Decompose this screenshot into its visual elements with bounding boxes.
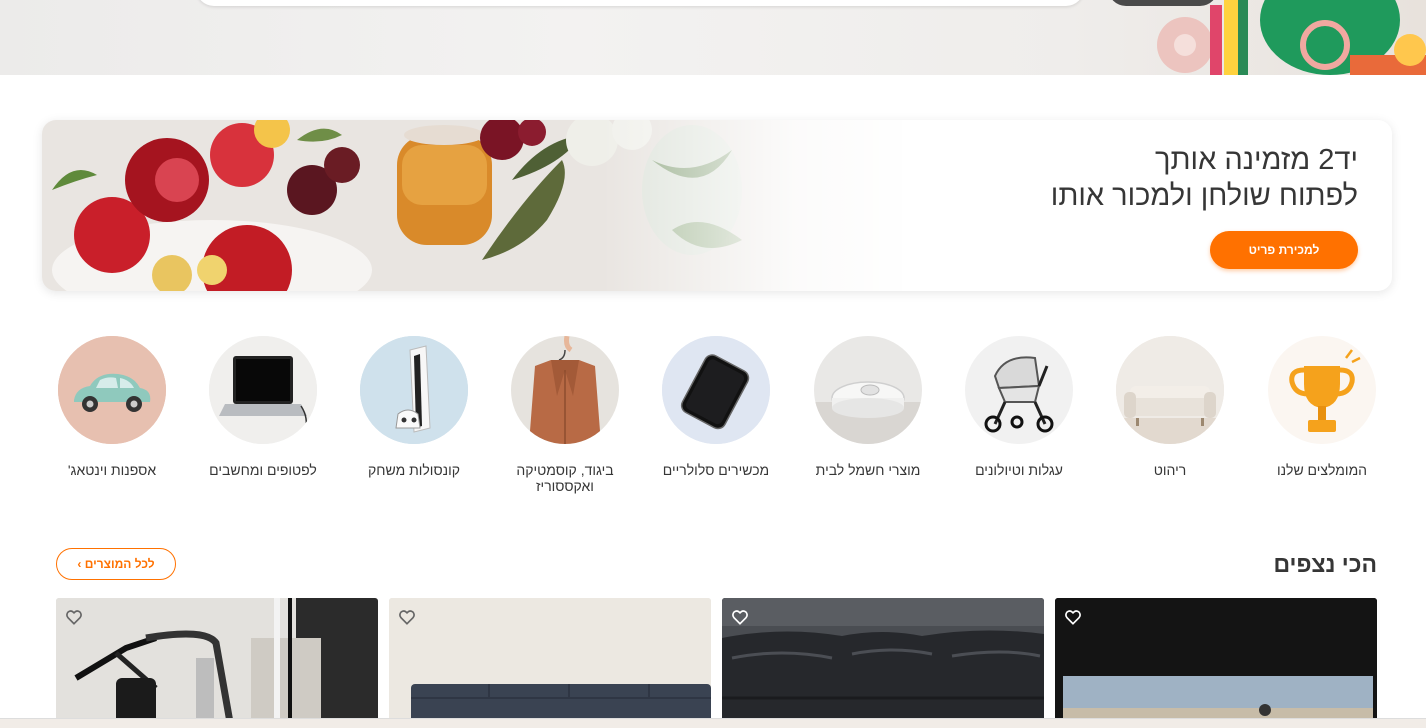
laptop-icon: [209, 336, 317, 444]
robot-vacuum-icon: [814, 336, 922, 444]
category-home-appliances[interactable]: מוצרי חשמל לבית: [793, 336, 943, 478]
product-card[interactable]: [722, 598, 1044, 728]
category-vintage[interactable]: אספנות וינטאג': [37, 336, 187, 478]
heart-icon[interactable]: [65, 608, 83, 626]
section-title: הכי נצפים: [1273, 551, 1377, 577]
category-furniture[interactable]: ריהוט: [1095, 336, 1245, 478]
product-card[interactable]: [389, 598, 711, 728]
trophy-icon: [1268, 336, 1376, 444]
category-cellphones[interactable]: מכשירים סלולריים: [641, 336, 791, 478]
product-image: [56, 598, 378, 728]
category-label: ביגוד, קוסמטיקה ואקססוריז: [516, 462, 614, 494]
category-laptops[interactable]: לפטופים ומחשבים: [188, 336, 338, 478]
product-card[interactable]: [1055, 598, 1377, 728]
product-image: [722, 598, 1044, 728]
stroller-icon: [965, 336, 1073, 444]
vintage-car-icon: [58, 336, 166, 444]
heart-icon[interactable]: [1064, 608, 1082, 626]
banner-title-line1: יד2 מזמינה אותך: [1155, 144, 1358, 176]
sofa-icon: [1116, 336, 1224, 444]
sell-item-button[interactable]: למכירת פריט: [1210, 231, 1358, 269]
all-products-button[interactable]: לכל המוצרים ›: [56, 548, 176, 580]
smartphone-icon: [662, 336, 770, 444]
banner-title-line2: לפתוח שולחן ולמכור אותו: [1050, 180, 1358, 212]
category-game-consoles[interactable]: קונסולות משחק: [339, 336, 489, 478]
product-card[interactable]: [56, 598, 378, 728]
product-image: [389, 598, 711, 728]
heart-icon[interactable]: [398, 608, 416, 626]
category-label: ריהוט: [1153, 462, 1187, 478]
product-image: [1055, 598, 1377, 728]
banner-title: יד2 מזמינה אותך לפתוח שולחן ולמכור אותו: [1051, 142, 1358, 214]
category-label: קונסולות משחק: [368, 462, 460, 478]
category-label: מכשירים סלולריים: [662, 462, 770, 478]
category-strollers[interactable]: עגלות וטיולונים: [944, 336, 1094, 478]
bottom-bar: [0, 718, 1426, 728]
category-label: לפטופים ומחשבים: [209, 462, 317, 478]
category-label: המומלצים שלנו: [1276, 462, 1368, 478]
game-console-icon: [360, 336, 468, 444]
category-label: עגלות וטיולונים: [975, 462, 1063, 478]
jacket-icon: [511, 336, 619, 444]
heart-icon[interactable]: [731, 608, 749, 626]
category-recommended[interactable]: המומלצים שלנו: [1247, 336, 1397, 478]
decor-illustration: [1157, 0, 1426, 75]
search-bar[interactable]: [196, 0, 1084, 6]
promo-banner: יד2 מזמינה אותך לפתוח שולחן ולמכור אותו …: [42, 120, 1392, 291]
category-label: אספנות וינטאג': [67, 462, 157, 478]
hero-banner: [0, 0, 1426, 75]
category-clothing[interactable]: ביגוד, קוסמטיקה ואקססוריז: [490, 336, 640, 494]
category-label: מוצרי חשמל לבית: [815, 462, 921, 478]
